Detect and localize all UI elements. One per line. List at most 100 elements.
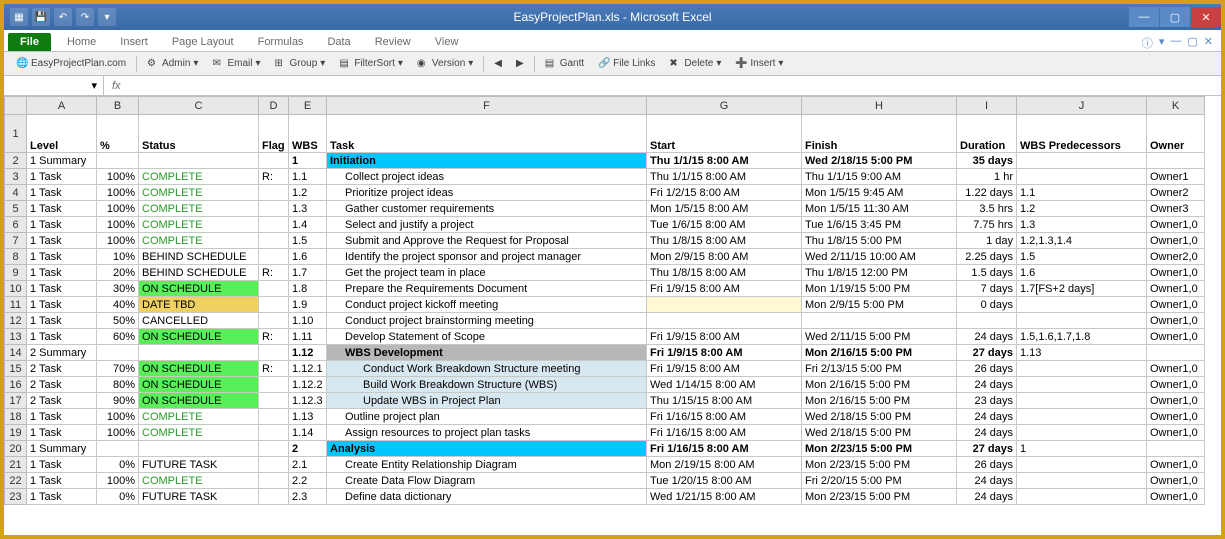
cell-status[interactable] — [139, 441, 259, 457]
qat-dropdown-icon[interactable]: ▾ — [98, 8, 116, 26]
cell-pred[interactable]: 1.3 — [1017, 217, 1147, 233]
cell-level[interactable]: 1 Task — [27, 217, 97, 233]
cell-task[interactable]: Conduct Work Breakdown Structure meeting — [327, 361, 647, 377]
cell-owner[interactable]: Owner2 — [1147, 185, 1205, 201]
cell-pred[interactable] — [1017, 457, 1147, 473]
cell-dur[interactable]: 1 day — [957, 233, 1017, 249]
col-header-C[interactable]: C — [139, 97, 259, 115]
cell-task[interactable]: Prepare the Requirements Document — [327, 281, 647, 297]
row-header[interactable]: 17 — [5, 393, 27, 409]
tool-insert[interactable]: ➕Insert▾ — [729, 56, 789, 72]
cell-pct[interactable] — [97, 153, 139, 169]
cell-task[interactable]: Conduct project brainstorming meeting — [327, 313, 647, 329]
cell-dur[interactable]: 24 days — [957, 473, 1017, 489]
tool-gantt[interactable]: ▤Gantt — [539, 56, 590, 72]
cell-finish[interactable]: Fri 2/13/15 5:00 PM — [802, 361, 957, 377]
cell-pred[interactable]: 1.7[FS+2 days] — [1017, 281, 1147, 297]
cell-flag[interactable] — [259, 441, 289, 457]
cell-start[interactable]: Thu 1/8/15 8:00 AM — [647, 233, 802, 249]
cell-wbs[interactable]: 1.8 — [289, 281, 327, 297]
cell-dur[interactable]: 3.5 hrs — [957, 201, 1017, 217]
header-finish[interactable]: Finish — [802, 115, 957, 153]
cell-owner[interactable]: Owner3 — [1147, 201, 1205, 217]
cell-pred[interactable] — [1017, 297, 1147, 313]
col-header-I[interactable]: I — [957, 97, 1017, 115]
cell-level[interactable]: 1 Task — [27, 265, 97, 281]
cell-owner[interactable]: Owner1,0 — [1147, 233, 1205, 249]
close-button[interactable]: ✕ — [1191, 7, 1221, 27]
cell-owner[interactable]: Owner1,0 — [1147, 377, 1205, 393]
cell-dur[interactable]: 1.22 days — [957, 185, 1017, 201]
tool-group[interactable]: ⊞Group▾ — [268, 56, 331, 72]
cell-task[interactable]: Prioritize project ideas — [327, 185, 647, 201]
cell-flag[interactable] — [259, 249, 289, 265]
row-header[interactable]: 16 — [5, 377, 27, 393]
cell-dur[interactable]: 27 days — [957, 441, 1017, 457]
cell-task[interactable]: Gather customer requirements — [327, 201, 647, 217]
cell-owner[interactable]: Owner1,0 — [1147, 265, 1205, 281]
cell-pct[interactable]: 100% — [97, 201, 139, 217]
cell-owner[interactable]: Owner1,0 — [1147, 425, 1205, 441]
header-wbs[interactable]: WBS — [289, 115, 327, 153]
cell-finish[interactable]: Tue 1/6/15 3:45 PM — [802, 217, 957, 233]
doc-min-icon[interactable]: — — [1170, 35, 1181, 51]
cell-status[interactable] — [139, 345, 259, 361]
row-header[interactable]: 13 — [5, 329, 27, 345]
cell-task[interactable]: Identify the project sponsor and project… — [327, 249, 647, 265]
cell-owner[interactable] — [1147, 345, 1205, 361]
cell-pred[interactable]: 1.13 — [1017, 345, 1147, 361]
ribbon-tab-insert[interactable]: Insert — [108, 33, 160, 51]
header-predecessors[interactable]: WBS Predecessors — [1017, 115, 1147, 153]
doc-max-icon[interactable]: ▢ — [1187, 35, 1197, 51]
col-header-K[interactable]: K — [1147, 97, 1205, 115]
cell-pct[interactable]: 0% — [97, 489, 139, 505]
cell-start[interactable]: Mon 2/9/15 8:00 AM — [647, 249, 802, 265]
row-header[interactable]: 15 — [5, 361, 27, 377]
cell-dur[interactable]: 27 days — [957, 345, 1017, 361]
ribbon-tab-home[interactable]: Home — [55, 33, 108, 51]
cell-status[interactable]: FUTURE TASK — [139, 457, 259, 473]
cell-finish[interactable]: Mon 2/23/15 5:00 PM — [802, 489, 957, 505]
cell-owner[interactable]: Owner1,0 — [1147, 489, 1205, 505]
cell-status[interactable]: ON SCHEDULE — [139, 361, 259, 377]
cell-finish[interactable]: Mon 2/9/15 5:00 PM — [802, 297, 957, 313]
cell-wbs[interactable]: 1.9 — [289, 297, 327, 313]
cell-status[interactable]: COMPLETE — [139, 201, 259, 217]
cell-flag[interactable] — [259, 393, 289, 409]
row-header[interactable]: 2 — [5, 153, 27, 169]
row-header[interactable]: 5 — [5, 201, 27, 217]
tool-filelinks[interactable]: 🔗File Links — [592, 56, 661, 72]
cell-dur[interactable]: 26 days — [957, 361, 1017, 377]
cell-pct[interactable]: 100% — [97, 425, 139, 441]
maximize-button[interactable]: ▢ — [1160, 7, 1190, 27]
ribbon-tab-review[interactable]: Review — [363, 33, 423, 51]
cell-dur[interactable]: 0 days — [957, 297, 1017, 313]
cell-finish[interactable]: Fri 2/20/15 5:00 PM — [802, 473, 957, 489]
cell-wbs[interactable]: 1.11 — [289, 329, 327, 345]
name-box[interactable]: ▾ — [4, 76, 104, 95]
cell-pct[interactable]: 90% — [97, 393, 139, 409]
cell-pred[interactable]: 1.6 — [1017, 265, 1147, 281]
cell-status[interactable]: COMPLETE — [139, 185, 259, 201]
row-header-1[interactable]: 1 — [5, 115, 27, 153]
cell-task[interactable]: Assign resources to project plan tasks — [327, 425, 647, 441]
minimize-button[interactable]: — — [1129, 7, 1159, 27]
col-header-G[interactable]: G — [647, 97, 802, 115]
cell-start[interactable]: Fri 1/9/15 8:00 AM — [647, 281, 802, 297]
cell-finish[interactable]: Mon 1/5/15 9:45 AM — [802, 185, 957, 201]
cell-level[interactable]: 1 Task — [27, 233, 97, 249]
cell-flag[interactable] — [259, 345, 289, 361]
cell-wbs[interactable]: 1.12 — [289, 345, 327, 361]
cell-task[interactable]: Select and justify a project — [327, 217, 647, 233]
cell-start[interactable] — [647, 313, 802, 329]
cell-flag[interactable] — [259, 201, 289, 217]
row-header[interactable]: 8 — [5, 249, 27, 265]
fx-label[interactable]: fx — [104, 80, 129, 92]
cell-flag[interactable] — [259, 217, 289, 233]
cell-status[interactable]: DATE TBD — [139, 297, 259, 313]
row-header[interactable]: 10 — [5, 281, 27, 297]
cell-finish[interactable]: Thu 1/8/15 5:00 PM — [802, 233, 957, 249]
cell-level[interactable]: 1 Summary — [27, 153, 97, 169]
header-start[interactable]: Start — [647, 115, 802, 153]
col-header-E[interactable]: E — [289, 97, 327, 115]
